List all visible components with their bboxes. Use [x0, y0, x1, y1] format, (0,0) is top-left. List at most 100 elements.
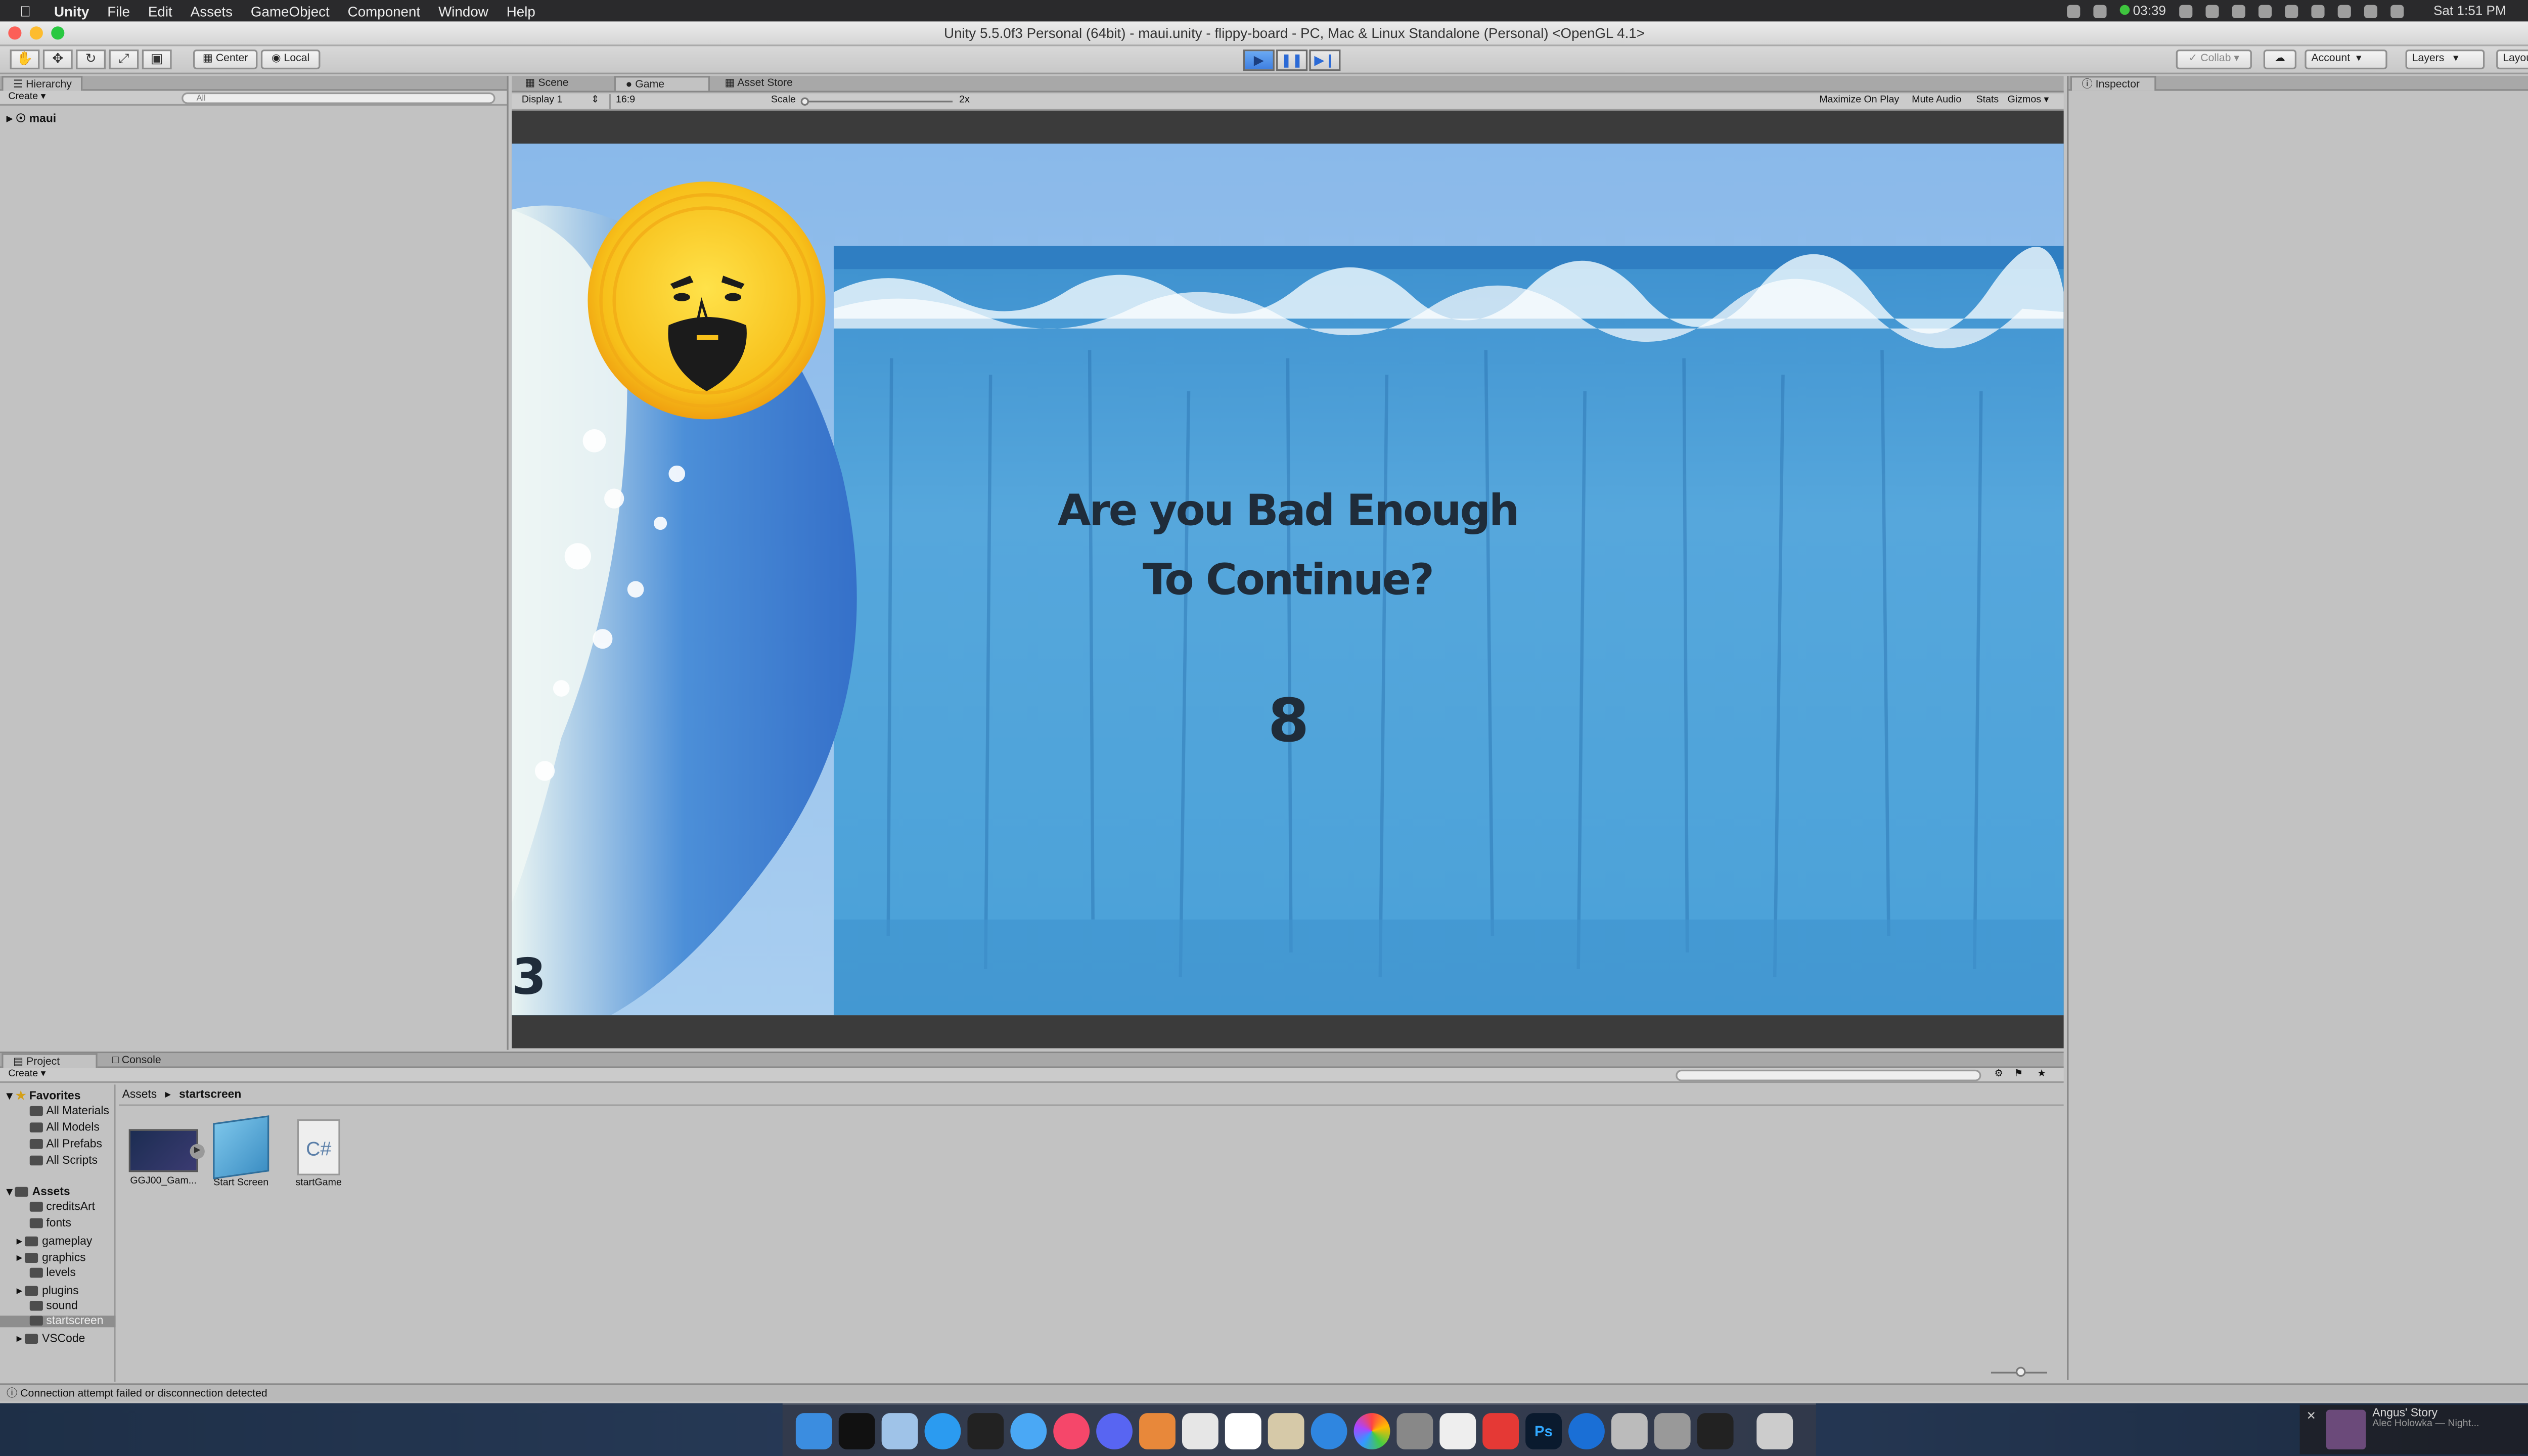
- messages-icon[interactable]: [1010, 1412, 1047, 1449]
- onepassword-icon[interactable]: [1568, 1412, 1605, 1449]
- favorite-all-models[interactable]: All Models: [29, 1122, 100, 1134]
- preview-icon[interactable]: [881, 1412, 918, 1449]
- folder-fonts[interactable]: fonts: [29, 1218, 71, 1230]
- maximize-on-play-toggle[interactable]: Maximize On Play: [1819, 94, 1899, 109]
- apple-icon[interactable]: : [20, 3, 31, 19]
- now-playing-widget[interactable]: ✕ Angus' Story Alec Holowka — Night...: [2299, 1404, 2528, 1454]
- tab-inspector[interactable]: ⓘ Inspector: [2070, 76, 2156, 91]
- menu-window[interactable]: Window: [438, 3, 488, 19]
- favorite-star-icon[interactable]: ★: [2037, 1068, 2046, 1083]
- volume-icon[interactable]: [2390, 4, 2404, 18]
- assets-root[interactable]: ▾ Assets: [7, 1185, 70, 1199]
- terminal-icon[interactable]: [967, 1412, 1004, 1449]
- hierarchy-search-input[interactable]: [182, 92, 495, 104]
- close-icon[interactable]: ✕: [2307, 1410, 2320, 1449]
- folder-vscode[interactable]: ▸ VSCode: [17, 1332, 85, 1345]
- folder-levels[interactable]: levels: [29, 1267, 76, 1280]
- tab-console[interactable]: □ Console: [102, 1053, 171, 1068]
- wifi-utility-icon[interactable]: [1311, 1412, 1347, 1449]
- archive-icon[interactable]: [1654, 1412, 1691, 1449]
- cloud-button[interactable]: ☁: [2263, 49, 2297, 70]
- menu-help[interactable]: Help: [507, 3, 535, 19]
- tab-project[interactable]: ▤ Project: [2, 1053, 98, 1068]
- minimize-icon[interactable]: [29, 26, 43, 40]
- expand-arrow-icon[interactable]: ▸: [7, 114, 12, 125]
- tab-game[interactable]: ● Game: [614, 76, 710, 91]
- folder-gameplay[interactable]: ▸ gameplay: [17, 1235, 92, 1248]
- scale-tool-icon[interactable]: ⤢: [109, 49, 139, 70]
- photos-app-icon[interactable]: [1268, 1412, 1304, 1449]
- project-create-button[interactable]: Create ▾: [8, 1068, 46, 1083]
- virtualbox-icon[interactable]: [1611, 1412, 1648, 1449]
- timemachine-icon[interactable]: [2311, 4, 2325, 18]
- favorite-all-scripts[interactable]: All Scripts: [29, 1155, 98, 1167]
- folder-plugins[interactable]: ▸ plugins: [17, 1284, 79, 1298]
- zoom-icon[interactable]: [51, 26, 65, 40]
- safari-icon[interactable]: [924, 1412, 961, 1449]
- scale-slider-handle[interactable]: [800, 97, 809, 106]
- menu-gameobject[interactable]: GameObject: [251, 3, 330, 19]
- breadcrumb-assets[interactable]: Assets: [122, 1089, 157, 1101]
- activity-monitor-icon[interactable]: [838, 1412, 875, 1449]
- folder-graphics[interactable]: ▸ graphics: [17, 1251, 86, 1264]
- game-scene[interactable]: Are you Bad Enough To Continue? 8 3: [512, 144, 2064, 1016]
- asset-start-screen-scene[interactable]: Start Screen: [203, 1115, 279, 1189]
- collab-dropdown[interactable]: ✓ Collab ▾: [2176, 49, 2252, 70]
- game-view[interactable]: Are you Bad Enough To Continue? 8 3: [512, 110, 2064, 1049]
- breadcrumb-startscreen[interactable]: startscreen: [179, 1089, 241, 1101]
- rect-tool-icon[interactable]: ▣: [142, 49, 172, 70]
- clock[interactable]: Sat 1:51 PM: [2433, 4, 2506, 18]
- forward-icon[interactable]: [2258, 4, 2272, 18]
- numbers-icon[interactable]: [1182, 1412, 1218, 1449]
- menu-file[interactable]: File: [107, 3, 130, 19]
- finder-icon[interactable]: [795, 1412, 832, 1449]
- unity-icon[interactable]: [1697, 1412, 1734, 1449]
- play-icon[interactable]: [2232, 4, 2245, 18]
- menu-assets[interactable]: Assets: [191, 3, 233, 19]
- menu-component[interactable]: Component: [348, 3, 421, 19]
- hand-tool-icon[interactable]: ✋: [10, 49, 40, 70]
- hierarchy-create-button[interactable]: Create ▾: [8, 91, 46, 106]
- photoshop-icon[interactable]: Ps: [1525, 1412, 1562, 1449]
- system-preferences-icon[interactable]: [1396, 1412, 1433, 1449]
- favorite-all-materials[interactable]: All Materials: [29, 1106, 109, 1118]
- rotate-tool-icon[interactable]: ↻: [76, 49, 106, 70]
- step-button[interactable]: ▶❙: [1309, 49, 1341, 71]
- status-message[interactable]: Connection attempt failed or disconnecti…: [20, 1388, 267, 1400]
- asset-startgame-script[interactable]: C# startGame: [281, 1119, 356, 1189]
- info-icon[interactable]: [2066, 4, 2081, 18]
- close-icon[interactable]: [8, 26, 22, 40]
- rewind-icon[interactable]: [2205, 4, 2219, 18]
- calendar-icon[interactable]: [1225, 1412, 1261, 1449]
- discord-icon[interactable]: [1096, 1412, 1133, 1449]
- textedit-icon[interactable]: [1439, 1412, 1476, 1449]
- aspect-dropdown[interactable]: 16:9: [609, 94, 761, 109]
- tab-hierarchy[interactable]: ☰ Hierarchy: [2, 76, 83, 91]
- move-tool-icon[interactable]: ✥: [42, 49, 73, 70]
- slack-icon[interactable]: [1482, 1412, 1519, 1449]
- menu-edit[interactable]: Edit: [148, 3, 172, 19]
- folder-startscreen-selected[interactable]: startscreen: [0, 1315, 116, 1328]
- layers-dropdown[interactable]: Layers ▾: [2405, 49, 2485, 70]
- project-search-input[interactable]: [1676, 1069, 1981, 1081]
- play-button[interactable]: ▶: [1243, 49, 1275, 71]
- folder-creditsart[interactable]: creditsArt: [29, 1202, 95, 1213]
- pivot-center-button[interactable]: ▦ Center: [193, 49, 258, 70]
- menu-app-unity[interactable]: Unity: [54, 3, 89, 19]
- filter-label-icon[interactable]: ⚑: [2014, 1068, 2023, 1083]
- favorites-header[interactable]: ▾ ★ Favorites: [7, 1089, 80, 1103]
- asset-video-tile[interactable]: ▶ GGJ00_Gam...: [125, 1119, 205, 1187]
- scale-slider-track[interactable]: [804, 101, 953, 103]
- trash-icon[interactable]: [1756, 1412, 1793, 1449]
- favorite-all-prefabs[interactable]: All Prefabs: [29, 1139, 102, 1151]
- stats-toggle[interactable]: Stats: [1976, 94, 1999, 109]
- tab-asset-store[interactable]: ▦ Asset Store: [715, 76, 803, 90]
- pivot-local-button[interactable]: ◉ Local: [260, 49, 321, 70]
- cloud-icon[interactable]: [2179, 4, 2193, 18]
- filter-type-icon[interactable]: ⚙: [1994, 1068, 2003, 1083]
- display-dropdown[interactable]: Display 1: [522, 94, 563, 109]
- shield-icon[interactable]: [2285, 4, 2298, 18]
- sublime-icon[interactable]: [1139, 1412, 1176, 1449]
- folder-sound[interactable]: sound: [29, 1301, 78, 1312]
- layout-dropdown[interactable]: Layout ▾: [2496, 49, 2528, 70]
